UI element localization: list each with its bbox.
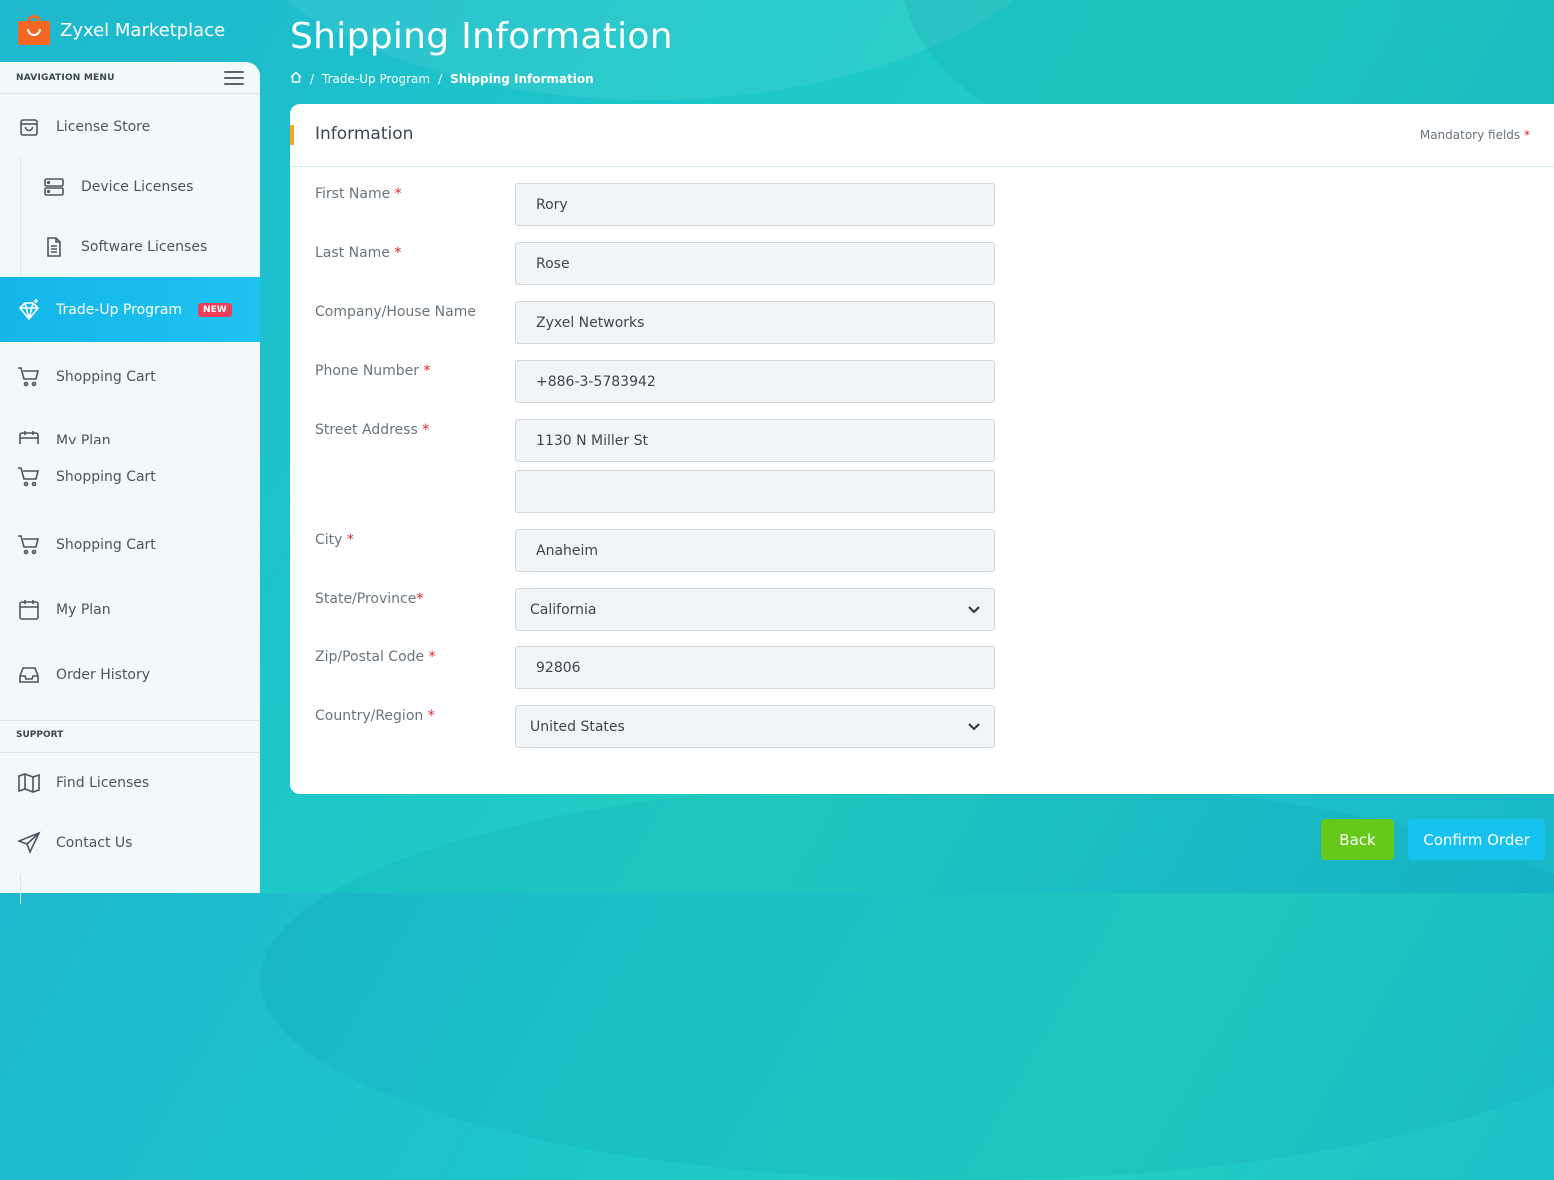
document-icon (41, 234, 67, 260)
app-title: Zyxel Marketplace (60, 19, 226, 41)
home-icon[interactable] (290, 71, 302, 86)
sidebar-item-label: Shopping Cart (56, 537, 156, 553)
city-label: City * (315, 532, 354, 548)
shopping-bag-icon (16, 114, 42, 140)
sidebar-item-label: Trade-Up Program (56, 301, 183, 318)
page-title: Shipping Information (290, 16, 673, 57)
chevron-down-icon (968, 602, 980, 618)
city-field[interactable] (515, 529, 995, 572)
cart-icon (16, 532, 42, 558)
breadcrumb: / Trade-Up Program / Shipping Informatio… (290, 71, 594, 86)
cart-icon (16, 364, 42, 390)
sidebar-item-my-plan-clipped[interactable]: My Plan (0, 430, 260, 444)
company-label: Company/House Name (315, 304, 476, 320)
sidebar-item-find-licenses[interactable]: Find Licenses (0, 768, 260, 798)
sidebar-item-my-plan[interactable]: My Plan (0, 595, 260, 625)
sidebar-item-label: Software Licenses (81, 239, 208, 255)
sidebar-item-shopping-cart[interactable]: Shopping Cart (0, 462, 260, 492)
state-label: State/Province* (315, 591, 424, 607)
last-name-field[interactable] (515, 242, 995, 285)
breadcrumb-separator: / (310, 71, 315, 86)
sidebar-item-label: Shopping Cart (56, 469, 156, 485)
sidebar-item-device-licenses[interactable]: Device Licenses (0, 172, 260, 202)
map-icon (16, 770, 42, 796)
brand[interactable]: Zyxel Marketplace (0, 0, 260, 60)
street-address-field[interactable] (515, 419, 995, 462)
sidebar-item-label: Device Licenses (81, 179, 194, 195)
last-name-label: Last Name * (315, 245, 402, 261)
diamond-icon (16, 297, 42, 323)
street-label: Street Address * (315, 422, 430, 438)
card-title: Information (315, 124, 414, 144)
sidebar-item-label: My Plan (56, 433, 111, 444)
menu-toggle-icon[interactable] (224, 70, 244, 85)
send-icon (16, 830, 42, 856)
confirm-order-button[interactable]: Confirm Order (1408, 819, 1545, 860)
breadcrumb-separator: / (438, 71, 443, 86)
new-badge: NEW (198, 302, 232, 317)
street-address-line2-field[interactable] (515, 470, 995, 513)
sidebar-item-order-history[interactable]: Order History (0, 660, 260, 690)
phone-field[interactable] (515, 360, 995, 403)
nav-header-label: NAVIGATION MENU (16, 72, 115, 83)
sidebar-item-contact-us[interactable]: Contact Us (0, 828, 260, 858)
sidebar-item-label: License Store (56, 119, 151, 135)
sidebar-item-software-licenses[interactable]: Software Licenses (0, 232, 260, 262)
nav-header: NAVIGATION MENU (0, 62, 260, 94)
sidebar-item-label: My Plan (56, 602, 111, 618)
chevron-down-icon (968, 719, 980, 735)
inbox-icon (16, 662, 42, 688)
first-name-label: First Name * (315, 186, 402, 202)
marketplace-bag-icon (18, 15, 50, 45)
submenu-line (20, 874, 21, 904)
sidebar-item-shopping-cart[interactable]: Shopping Cart (0, 362, 260, 392)
country-label: Country/Region * (315, 708, 435, 724)
divider (0, 752, 260, 753)
cart-icon (16, 464, 42, 490)
sidebar-item-trade-up-program[interactable]: Trade-Up Program NEW (0, 277, 260, 342)
company-field[interactable] (515, 301, 995, 344)
sidebar: NAVIGATION MENU License Store Device Lic… (0, 62, 260, 904)
country-select[interactable]: United States (515, 705, 995, 748)
breadcrumb-trade-up[interactable]: Trade-Up Program (322, 72, 430, 86)
sidebar-item-label: Find Licenses (56, 775, 150, 791)
zip-label: Zip/Postal Code * (315, 649, 436, 665)
sidebar-item-license-store[interactable]: License Store (0, 112, 260, 142)
card-header: Information Mandatory fields * (290, 104, 1554, 167)
mandatory-note: Mandatory fields * (1419, 128, 1530, 142)
country-selected-value: United States (530, 718, 625, 735)
divider (0, 720, 260, 721)
first-name-field[interactable] (515, 183, 995, 226)
server-icon (41, 174, 67, 200)
calendar-icon (16, 430, 42, 444)
card-accent-bar (290, 125, 294, 145)
phone-label: Phone Number * (315, 363, 431, 379)
sidebar-item-label: Contact Us (56, 835, 133, 851)
sidebar-item-shopping-cart[interactable]: Shopping Cart (0, 530, 260, 560)
calendar-icon (16, 597, 42, 623)
state-select[interactable]: California (515, 588, 995, 631)
information-card: Information Mandatory fields * First Nam… (290, 104, 1554, 794)
sidebar-item-label: Shopping Cart (56, 369, 156, 385)
support-header: SUPPORT (16, 730, 64, 740)
back-button[interactable]: Back (1321, 819, 1394, 860)
breadcrumb-current: Shipping Information (450, 71, 594, 86)
sidebar-item-label: Order History (56, 667, 151, 683)
zip-field[interactable] (515, 646, 995, 689)
state-selected-value: California (530, 601, 597, 618)
